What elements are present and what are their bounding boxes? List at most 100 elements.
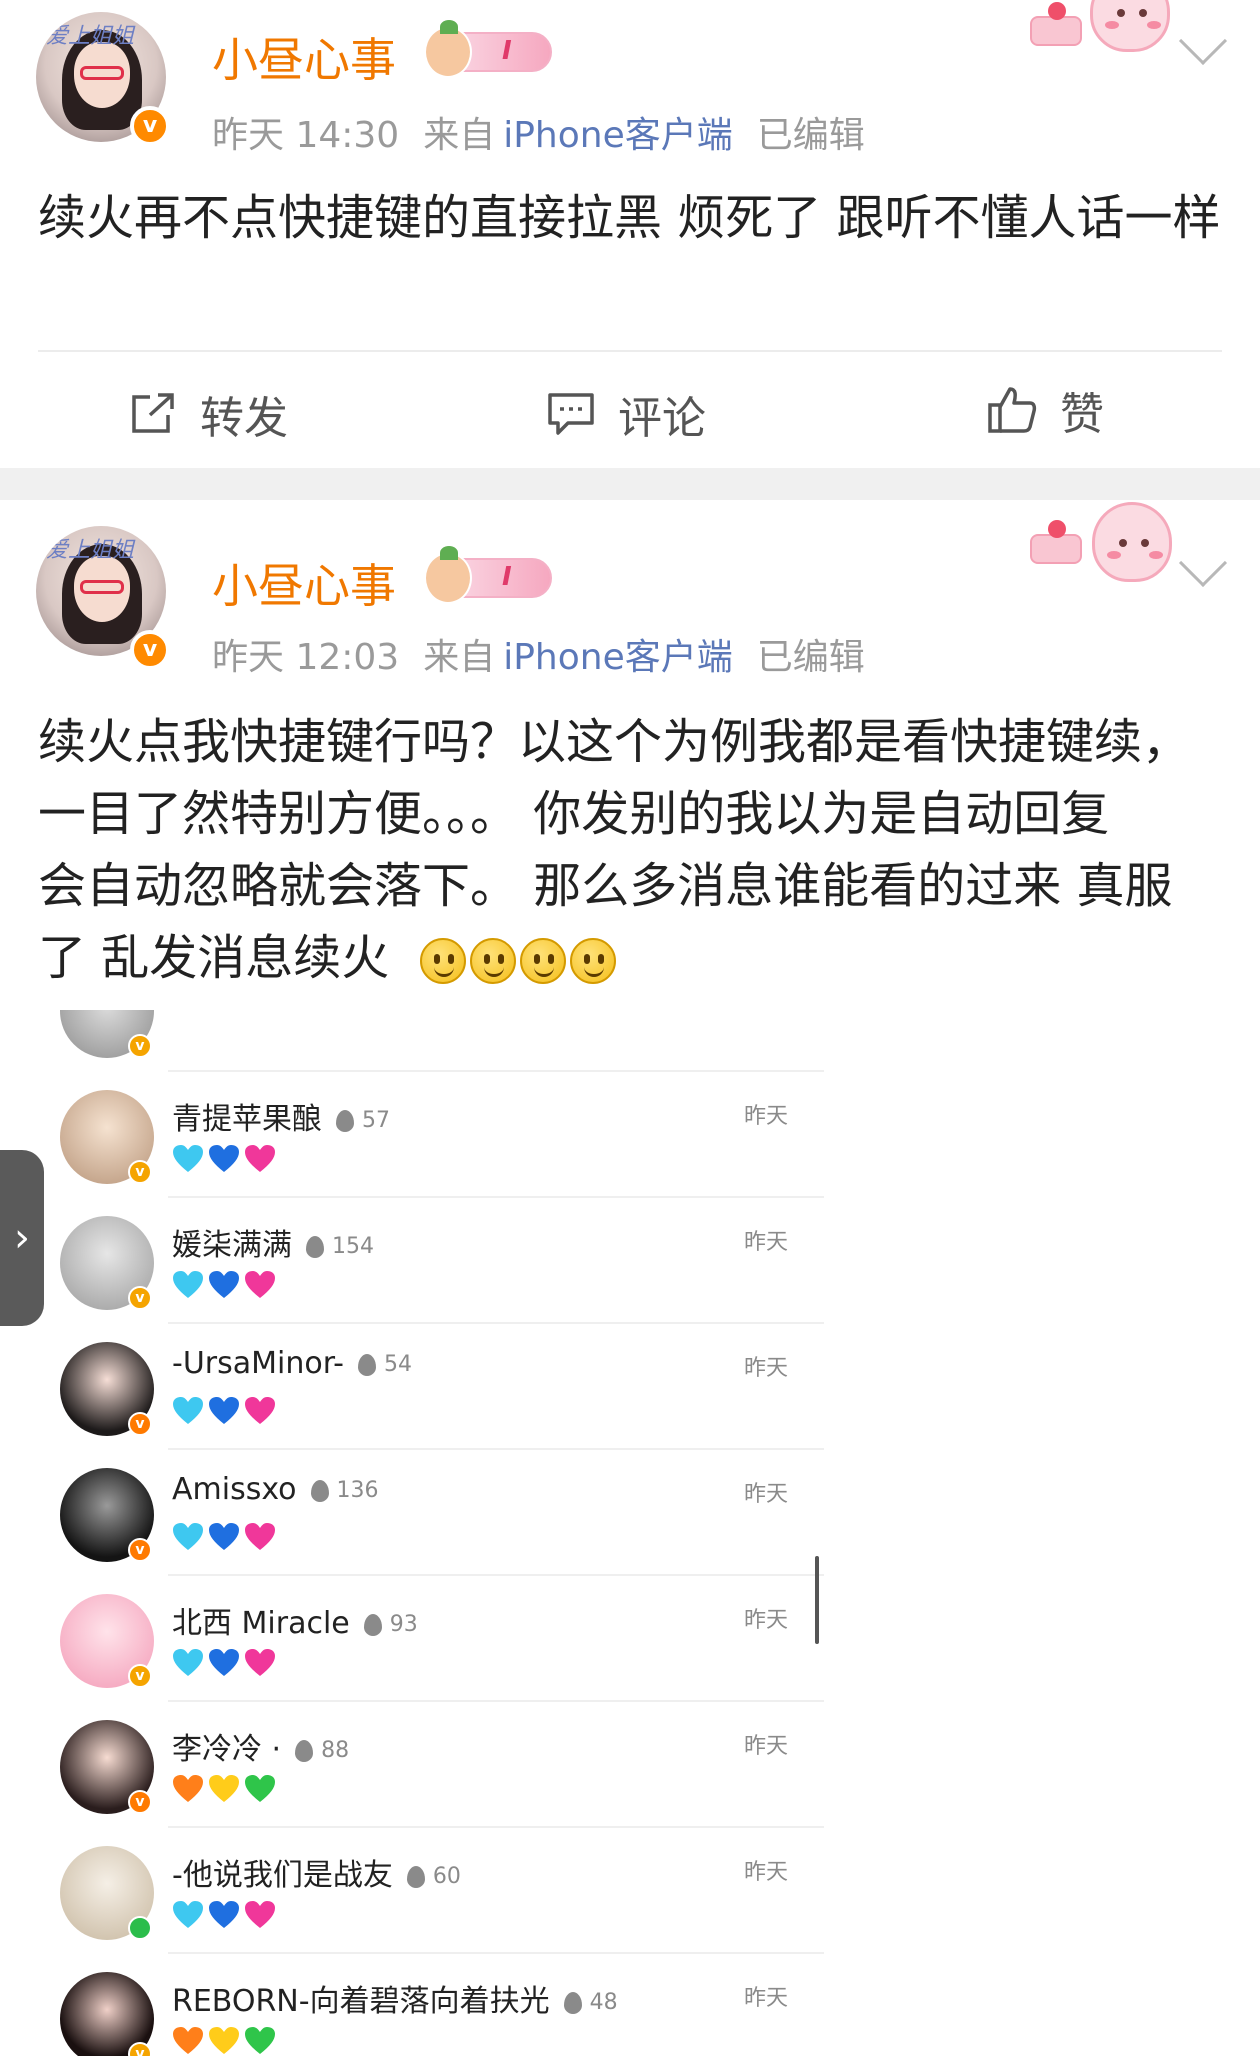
chat-username: -UrsaMinor-	[172, 1346, 344, 1381]
chat-name-line: 媛柒满满 154	[172, 1220, 374, 1264]
verified-badge-icon: v	[128, 1286, 152, 1310]
smile-emoji-icon	[419, 938, 466, 984]
thumbs-up-icon	[988, 387, 1037, 433]
source-prefix: 来自	[423, 115, 496, 156]
chat-list-item[interactable]: v 李冷冷 · 88 昨天	[38, 1702, 824, 1828]
chat-name-line: 青提苹果酿 57	[172, 1094, 390, 1138]
streak-count: 54	[383, 1352, 412, 1377]
post-time: 昨天 12:03	[212, 637, 400, 678]
chat-username: Amissxo	[172, 1472, 297, 1507]
content-line: 一目了然特别方便。。。 你发别的我以为是自动回复	[38, 786, 1110, 842]
yellow-heart-icon	[209, 1775, 239, 1802]
chat-time: 昨天	[743, 1104, 788, 1129]
blue-heart-icon	[209, 1523, 239, 1550]
cyan-heart-icon	[173, 1145, 203, 1172]
heart-emoji-row	[172, 1900, 280, 1930]
orange-heart-icon	[173, 1775, 203, 1802]
chat-name-line: Amissxo 136	[172, 1472, 379, 1507]
post-content: 续火点我快捷键行吗？以这个为例我都是看快捷键续， 一目了然特别方便。。。 你发别…	[38, 706, 1228, 994]
verified-badge-icon: v	[128, 1664, 152, 1688]
streak-fire-icon	[306, 1235, 324, 1258]
cyan-heart-icon	[173, 1523, 203, 1550]
like-button[interactable]: 赞	[986, 378, 1104, 442]
streak-fire-icon	[357, 1353, 376, 1376]
smile-emoji-icon	[519, 938, 566, 984]
chat-list-item[interactable]: -他说我们是战友 60 昨天	[38, 1828, 824, 1954]
post-time: 昨天 14:30	[212, 115, 400, 156]
cyan-heart-icon	[173, 1901, 203, 1928]
fan-level-number: I	[502, 562, 512, 592]
edited-label: 已编辑	[756, 115, 865, 156]
streak-count: 136	[336, 1478, 379, 1503]
streak-count: 60	[432, 1864, 461, 1889]
chat-username: REBORN-向着碧落向着扶光	[172, 1984, 550, 2019]
chat-username: 李冷冷 ·	[172, 1732, 282, 1767]
smile-emoji-icon	[469, 938, 516, 984]
source-link[interactable]: iPhone客户端	[503, 115, 733, 156]
fan-level-badge[interactable]: I	[424, 546, 552, 604]
content-line-last: 了 乱发消息续火	[38, 922, 1228, 994]
divider	[38, 350, 1222, 352]
repost-button[interactable]: 转发	[128, 382, 288, 446]
streak-fire-icon	[563, 1991, 582, 2014]
green-heart-icon	[245, 2027, 275, 2054]
chevron-down-icon[interactable]	[1178, 16, 1228, 66]
streak-count: 154	[332, 1234, 374, 1259]
pink-heart-icon	[245, 1523, 275, 1550]
orange-heart-icon	[173, 2027, 203, 2054]
chat-username: 青提苹果酿	[172, 1102, 322, 1137]
verified-badge-icon: v	[128, 1790, 152, 1814]
repost-icon	[132, 393, 174, 433]
blue-heart-icon	[209, 1271, 239, 1298]
pink-heart-icon	[245, 1397, 275, 1424]
avatar-deco-text: 爱上姐姐	[46, 24, 135, 49]
chat-list-item[interactable]: v -UrsaMinor- 54 昨天	[38, 1324, 824, 1450]
chat-list-item[interactable]: v 青提苹果酿 57 昨天	[38, 1072, 824, 1198]
pink-heart-icon	[245, 1649, 275, 1676]
chat-list-item[interactable]: v Amissxo 136 昨天	[38, 1450, 824, 1576]
username[interactable]: 小昼心事	[212, 24, 396, 90]
edited-label: 已编辑	[756, 637, 865, 678]
chat-time: 昨天	[743, 1356, 788, 1381]
chat-name-line: -UrsaMinor- 54	[172, 1346, 412, 1381]
heart-emoji-row	[172, 1396, 280, 1426]
fan-level-badge[interactable]: I	[424, 20, 552, 78]
username[interactable]: 小昼心事	[212, 550, 396, 616]
heart-emoji-row	[172, 1270, 280, 1300]
cyan-heart-icon	[173, 1649, 203, 1676]
post-1: 爱上姐姐 v 小昼心事 I 昨天 14:30 来自 iPhone客户端 已编辑 续火再…	[0, 0, 1260, 468]
smile-emoji-icon	[569, 938, 616, 984]
heart-emoji-row	[172, 2026, 280, 2056]
like-label: 赞	[1060, 389, 1104, 440]
green-heart-icon	[245, 1775, 275, 1802]
avatar-deco-text: 爱上姐姐	[46, 538, 135, 563]
pink-heart-icon	[245, 1901, 275, 1928]
peach-mascot-icon	[1090, 0, 1170, 52]
streak-fire-icon	[406, 1865, 425, 1888]
online-status-icon	[128, 1916, 152, 1940]
verified-badge-icon: v	[128, 2042, 152, 2056]
blue-heart-icon	[209, 1145, 239, 1172]
streak-fire-icon	[295, 1739, 314, 1762]
comment-button[interactable]: 评论	[546, 382, 706, 446]
pink-heart-icon	[245, 1271, 275, 1298]
chat-name-line: -他说我们是战友 60	[172, 1850, 461, 1894]
attached-image[interactable]: v v 青提苹果酿 57 昨天 v 媛柒满满 154 昨天 v -UrsaMinor- 54 昨天 v Am…	[38, 1010, 824, 2056]
post-content: 续火再不点快捷键的直接拉黑 烦死了 跟听不懂人话一样	[38, 190, 1221, 246]
chat-list-item[interactable]: v 北西 Miracle 93 昨天	[38, 1576, 824, 1702]
comment-label: 评论	[618, 393, 706, 444]
post-separator	[0, 468, 1260, 500]
side-expand-tab[interactable]: ›	[0, 1150, 44, 1326]
chat-list-item[interactable]: v 媛柒满满 154 昨天	[38, 1198, 824, 1324]
scrollbar-indicator[interactable]	[815, 1556, 819, 1644]
chat-username: 北西 Miracle	[172, 1606, 350, 1641]
content-line: 了 乱发消息续火	[38, 930, 390, 986]
blue-heart-icon	[209, 1901, 239, 1928]
chat-time: 昨天	[743, 1734, 788, 1759]
source-link[interactable]: iPhone客户端	[503, 637, 733, 678]
chat-username: -他说我们是战友	[172, 1858, 393, 1893]
chat-list-item[interactable]: v REBORN-向着碧落向着扶光 48 昨天	[38, 1954, 824, 2056]
chat-list-item[interactable]: v	[38, 1010, 824, 1072]
chevron-down-icon[interactable]	[1178, 538, 1228, 588]
verified-badge-icon: v	[128, 1538, 152, 1562]
